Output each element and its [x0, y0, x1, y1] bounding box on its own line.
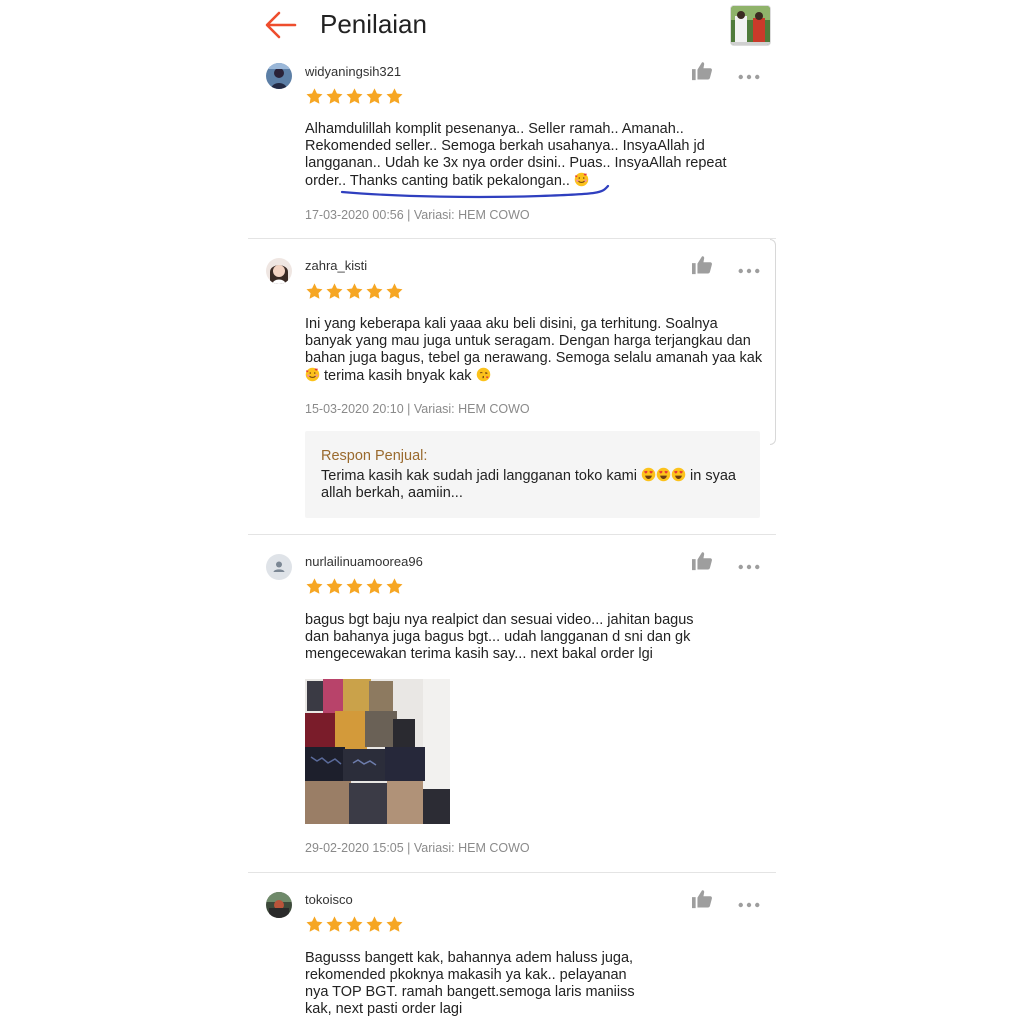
review-text: Ini yang keberapa kali yaaa aku beli dis…	[305, 316, 765, 385]
review-meta: 29-02-2020 15:05 | Variasi: HEM COWO	[305, 841, 530, 855]
kiss-emoji-icon	[476, 367, 491, 382]
review-item: nurlailinuamoorea96 bagus bgt baju nya r…	[248, 535, 776, 873]
app-header: Penilaian	[248, 0, 776, 52]
review-text-line: nya TOP BGT. ramah bangett.semoga laris …	[305, 984, 635, 1000]
review-text-line: dan bahanya juga bagus bgt... udah langg…	[305, 629, 691, 645]
review-text-line: banyak yang mau juga untuk seragam. Deng…	[305, 333, 751, 349]
review-meta: 17-03-2020 00:56 | Variasi: HEM COWO	[305, 208, 530, 222]
star-icon	[385, 915, 404, 934]
review-text-line: mengecewakan terima kasih say... next ba…	[305, 646, 653, 662]
smiling-hearts-emoji-icon	[305, 367, 320, 382]
star-icon	[385, 577, 404, 596]
review-text-line: Rekomended seller.. Semoga berkah usahan…	[305, 138, 705, 154]
avatar[interactable]	[266, 554, 292, 580]
star-icon	[325, 577, 344, 596]
star-icon	[345, 915, 364, 934]
more-dots-icon[interactable]	[738, 67, 762, 75]
star-icon	[305, 282, 324, 301]
review-text-line: terima kasih bnyak kak	[305, 367, 765, 385]
review-text-line: Alhamdulillah komplit pesenanya.. Seller…	[305, 121, 684, 137]
back-button[interactable]	[264, 10, 298, 40]
thumbs-up-icon[interactable]	[691, 889, 713, 909]
review-username: zahra_kisti	[305, 258, 368, 273]
star-rating	[305, 915, 404, 934]
heart-eyes-emoji-icon	[656, 467, 671, 482]
person-icon	[273, 561, 285, 572]
more-dots-icon[interactable]	[738, 895, 762, 903]
thumbs-up-icon[interactable]	[691, 255, 713, 275]
star-icon	[365, 577, 384, 596]
star-icon	[305, 915, 324, 934]
star-icon	[325, 915, 344, 934]
review-text-line: Ini yang keberapa kali yaaa aku beli dis…	[305, 316, 718, 332]
review-text-line: Bagusss bangett kak, bahannya adem halus…	[305, 950, 634, 966]
heart-eyes-emoji-icon	[671, 467, 686, 482]
seller-response: Respon Penjual: Terima kasih kak sudah j…	[305, 431, 760, 518]
avatar[interactable]	[266, 63, 292, 89]
star-icon	[345, 282, 364, 301]
review-item: widyaningsih321 Alhamdulillah komplit pe…	[248, 52, 776, 239]
star-rating	[305, 282, 404, 301]
star-icon	[385, 87, 404, 106]
review-text-line: bahan juga bagus, tebel ga nerawang. Sem…	[305, 350, 763, 366]
review-text: Bagusss bangett kak, bahannya adem halus…	[305, 950, 765, 1018]
review-text-line: rekomended pkoknya makasih ya kak.. pela…	[305, 967, 627, 983]
page-title: Penilaian	[320, 9, 427, 39]
review-text-line: bagus bgt baju nya realpict dan sesuai v…	[305, 612, 694, 628]
review-username: nurlailinuamoorea96	[305, 554, 423, 569]
star-icon	[365, 282, 384, 301]
seller-response-label: Respon Penjual:	[321, 448, 428, 464]
more-dots-icon[interactable]	[738, 557, 762, 565]
review-photo[interactable]	[305, 679, 450, 824]
thumbs-up-icon[interactable]	[691, 61, 713, 81]
star-icon	[305, 87, 324, 106]
thumbs-up-icon[interactable]	[691, 551, 713, 571]
review-text-line: langganan.. Udah ke 3x nya order dsini..…	[305, 155, 727, 171]
star-icon	[365, 915, 384, 934]
product-thumbnail[interactable]	[730, 5, 771, 46]
star-icon	[385, 282, 404, 301]
scroll-edge	[770, 239, 776, 445]
avatar[interactable]	[266, 258, 292, 284]
star-icon	[325, 87, 344, 106]
review-item: tokoisco Bagusss bangett kak, bahannya a…	[248, 873, 776, 1024]
review-username: tokoisco	[305, 892, 353, 907]
seller-response-text: Terima kasih kak sudah jadi langganan to…	[321, 467, 736, 501]
star-icon	[305, 577, 324, 596]
star-rating	[305, 577, 404, 596]
review-text: bagus bgt baju nya realpict dan sesuai v…	[305, 612, 765, 663]
star-rating	[305, 87, 404, 106]
review-text: Alhamdulillah komplit pesenanya.. Seller…	[305, 121, 765, 190]
review-item: zahra_kisti Ini yang keberapa kali yaaa …	[248, 239, 776, 535]
star-icon	[325, 282, 344, 301]
heart-eyes-emoji-icon	[641, 467, 656, 482]
review-text-line: kak, next pasti order lagi	[305, 1001, 463, 1017]
review-username: widyaningsih321	[305, 64, 402, 79]
star-icon	[365, 87, 384, 106]
arrow-left-icon	[265, 11, 297, 39]
review-meta: 15-03-2020 20:10 | Variasi: HEM COWO	[305, 402, 530, 416]
annotation-underline	[340, 184, 610, 199]
avatar[interactable]	[266, 892, 292, 918]
star-icon	[345, 577, 364, 596]
more-dots-icon[interactable]	[738, 261, 762, 269]
star-icon	[345, 87, 364, 106]
